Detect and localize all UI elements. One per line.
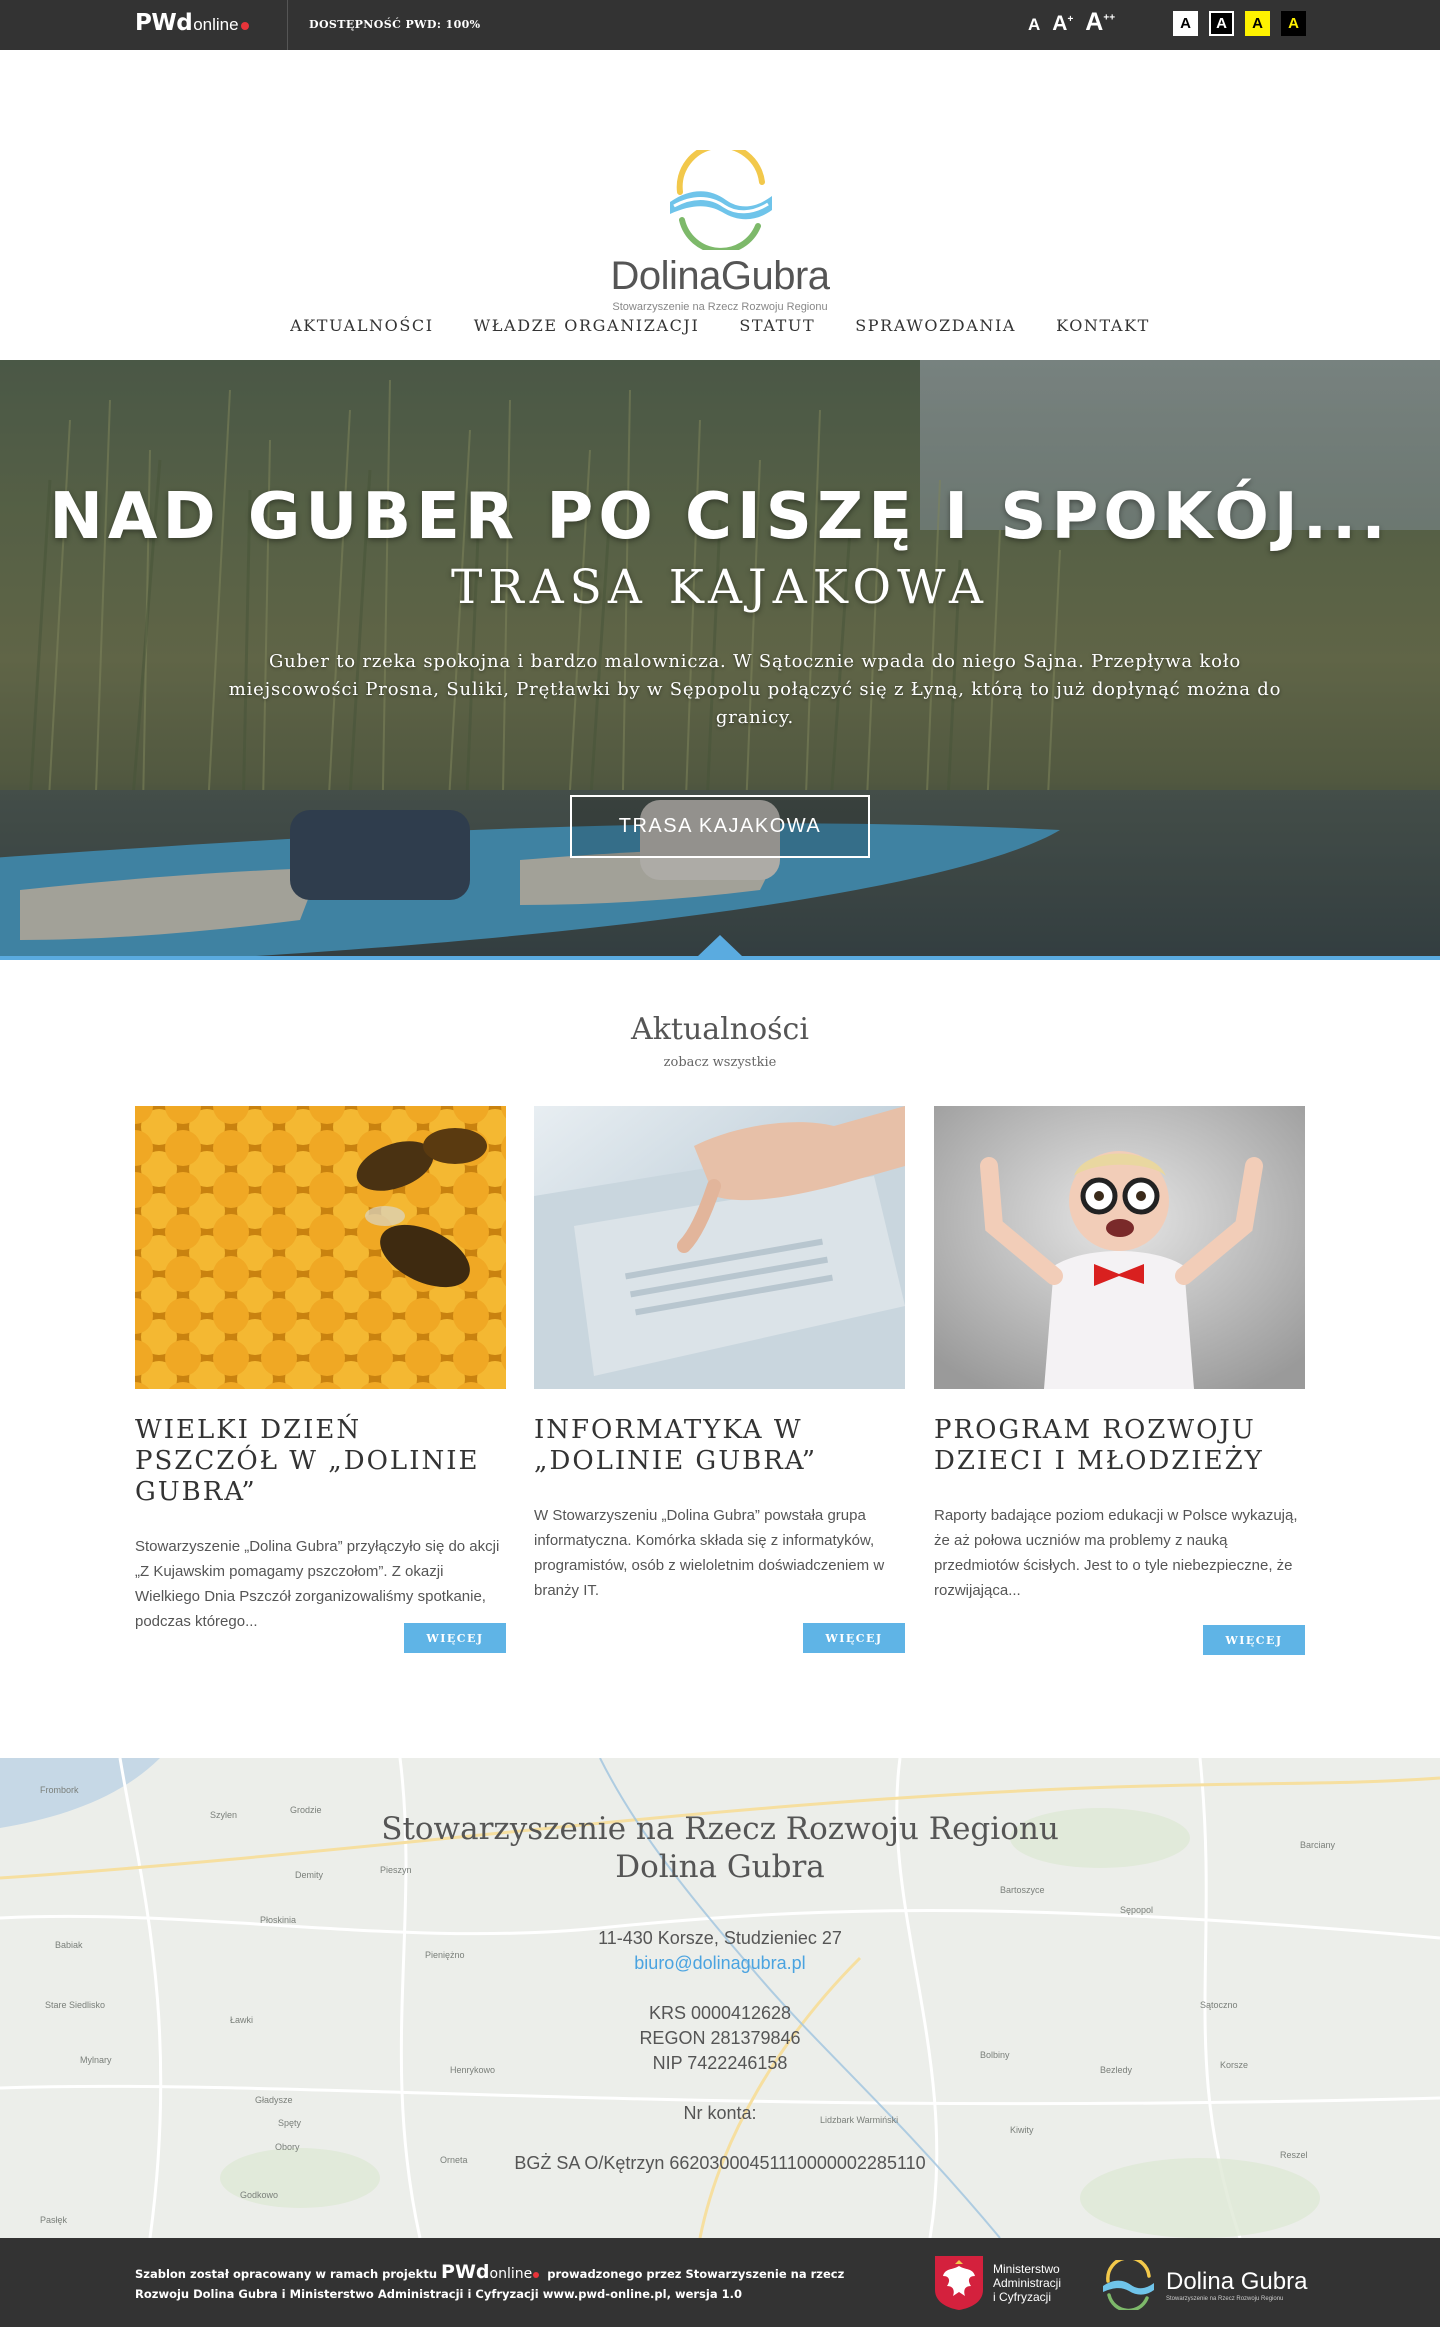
contact-details: 11-430 Korsze, Studzieniec 27 biuro@doli… bbox=[0, 1926, 1440, 2176]
footer-credits-text: prowadzonego przez Stowarzyszenie na rze… bbox=[547, 2267, 845, 2281]
nav-item-aktualnosci[interactable]: AKTUALNOŚCI bbox=[290, 316, 434, 335]
map-label: Bartoszyce bbox=[1000, 1885, 1045, 1895]
news-see-all-link[interactable]: zobacz wszystkie bbox=[0, 1055, 1440, 1070]
map-label: Frombork bbox=[40, 1785, 79, 1795]
news-image-laptop[interactable] bbox=[534, 1106, 905, 1389]
footer-pwd-online: online bbox=[489, 2266, 533, 2282]
organization-name-line1: Stowarzyszenie na Rzecz Rozwoju Regionu bbox=[381, 1811, 1059, 1847]
main-navigation: AKTUALNOŚCI WŁADZE ORGANIZACJI STATUT SP… bbox=[0, 316, 1440, 335]
hero-subtitle: TRASA KAJAKOWA bbox=[451, 560, 989, 615]
contact-account-label: Nr konta: bbox=[683, 2103, 757, 2123]
hero-cta-button[interactable]: TRASA KAJAKOWA bbox=[570, 795, 870, 858]
font-size-large-label: A bbox=[1052, 12, 1068, 35]
news-image-honeycomb[interactable] bbox=[135, 1106, 506, 1389]
font-size-xlarge-sup: ++ bbox=[1103, 12, 1116, 24]
contrast-black-white-button[interactable]: A bbox=[1209, 11, 1234, 36]
hero-description: Guber to rzeka spokojna i bardzo malowni… bbox=[228, 651, 1282, 728]
footer-credits-line2: Rozwoju Dolina Gubra i Ministerstwo Admi… bbox=[135, 2287, 742, 2301]
dolina-gubra-logo-icon bbox=[670, 150, 772, 250]
news-card-more-button[interactable]: WIĘCEJ bbox=[1203, 1625, 1305, 1655]
topbar-divider bbox=[287, 0, 288, 50]
news-card-more-button[interactable]: WIĘCEJ bbox=[404, 1623, 506, 1653]
footer-logo-name: Dolina Gubra bbox=[1166, 2268, 1308, 2295]
contrast-default-button[interactable]: A bbox=[1173, 11, 1198, 36]
contact-section: Frombork Szylen Grodzie Pieszyn Demity P… bbox=[0, 1758, 1440, 2238]
ministry-logo[interactable]: Ministerstwo Administracji i Cyfryzacji bbox=[935, 2256, 1061, 2310]
site-logo[interactable]: DolinaGubra Stowarzyszenie na Rzecz Rozw… bbox=[585, 150, 855, 313]
ministry-name-line2: Administracji bbox=[993, 2276, 1062, 2290]
pwd-logo-text: PWd bbox=[135, 10, 193, 36]
ministry-name-line3: i Cyfryzacji bbox=[993, 2290, 1052, 2304]
polish-eagle-emblem-icon bbox=[935, 2256, 983, 2310]
news-card-title[interactable]: WIELKI DZIEŃ PSZCZÓŁ W „DOLINIE GUBRA” bbox=[135, 1415, 506, 1508]
logo-tagline: Stowarzyszenie na Rzecz Rozwoju Regionu bbox=[612, 301, 828, 313]
contrast-yellow-black-button[interactable]: A bbox=[1245, 11, 1270, 36]
contact-address: 11-430 Korsze, Studzieniec 27 bbox=[598, 1928, 842, 1948]
news-card-it: INFORMATYKA W „DOLINIE GUBRA” W Stowarzy… bbox=[534, 1106, 905, 1653]
site-footer: Szablon został opracowany w ramach proje… bbox=[0, 2238, 1440, 2327]
news-card-children: PROGRAM ROZWOJU DZIECI I MŁODZIEŻY Rapor… bbox=[934, 1106, 1305, 1655]
contrast-controls: A A A A bbox=[1173, 11, 1306, 36]
footer-credits: Szablon został opracowany w ramach proje… bbox=[135, 2262, 844, 2304]
nav-item-kontakt[interactable]: KONTAKT bbox=[1056, 316, 1150, 335]
availability-status: DOSTĘPNOŚĆ PWD: 100% bbox=[309, 18, 481, 31]
footer-logo-tagline: Stowarzyszenie na Rzecz Rozwoju Regionu bbox=[1166, 2296, 1284, 2302]
hero-notch bbox=[697, 935, 743, 957]
contact-regon: REGON 281379846 bbox=[639, 2028, 801, 2048]
map-label: Sępopol bbox=[1120, 1905, 1153, 1915]
map-label: Pasłęk bbox=[40, 2215, 68, 2225]
pwd-online-logo[interactable]: PWd online bbox=[135, 10, 249, 36]
site-header: DolinaGubra Stowarzyszenie na Rzecz Rozw… bbox=[0, 50, 1440, 360]
footer-credits-text: Szablon został opracowany w ramach proje… bbox=[135, 2267, 438, 2281]
news-card-text: Stowarzyszenie „Dolina Gubra” przyłączył… bbox=[135, 1538, 500, 1630]
font-size-controls: A A+ A++ bbox=[1028, 8, 1115, 37]
footer-pwd-dot bbox=[533, 2272, 540, 2278]
news-card-more-button[interactable]: WIĘCEJ bbox=[803, 1623, 905, 1653]
logo-name: DolinaGubra bbox=[610, 254, 830, 298]
news-card-title[interactable]: INFORMATYKA W „DOLINIE GUBRA” bbox=[534, 1415, 905, 1477]
news-section-title: Aktualności bbox=[631, 1012, 809, 1047]
contrast-black-yellow-button[interactable]: A bbox=[1281, 11, 1306, 36]
news-image-child[interactable] bbox=[934, 1106, 1305, 1389]
contact-nip: NIP 7422246158 bbox=[652, 2053, 788, 2073]
font-size-normal-label: A bbox=[1028, 15, 1041, 34]
font-size-large-button[interactable]: A+ bbox=[1052, 12, 1073, 36]
map-label: Płoskinia bbox=[260, 1915, 296, 1925]
footer-pwd-text: PWd bbox=[441, 2261, 490, 2283]
nav-item-wladze-organizacji[interactable]: WŁADZE ORGANIZACJI bbox=[474, 316, 700, 335]
footer-credits-line1: Szablon został opracowany w ramach proje… bbox=[135, 2262, 844, 2284]
font-size-xlarge-label: A bbox=[1085, 8, 1104, 36]
organization-name: Stowarzyszenie na Rzecz Rozwoju Regionu … bbox=[0, 1810, 1440, 1886]
hero-banner: NAD GUBER PO CISZĘ I SPOKÓJ... TRASA KAJ… bbox=[0, 360, 1440, 960]
nav-item-statut[interactable]: STATUT bbox=[739, 316, 815, 335]
footer-logo-text: Dolina Gubra Stowarzyszenie na Rzecz Roz… bbox=[1166, 2268, 1307, 2302]
news-card-bees: WIELKI DZIEŃ PSZCZÓŁ W „DOLINIE GUBRA” S… bbox=[135, 1106, 506, 1653]
contact-bank-account: BGŻ SA O/Kętrzyn 66203000451110000002285… bbox=[514, 2153, 926, 2173]
ministry-name-line1: Ministerstwo bbox=[993, 2262, 1060, 2276]
organization-name-line2: Dolina Gubra bbox=[615, 1849, 825, 1885]
news-section: Aktualności zobacz wszystkie WIELKI DZIE… bbox=[0, 960, 1440, 1758]
font-size-xlarge-button[interactable]: A++ bbox=[1085, 8, 1115, 37]
contact-krs: KRS 0000412628 bbox=[648, 2003, 792, 2023]
pwd-logo-online: online bbox=[193, 15, 239, 34]
news-card-title[interactable]: PROGRAM ROZWOJU DZIECI I MŁODZIEŻY bbox=[934, 1415, 1305, 1477]
contact-email-link[interactable]: biuro@dolinagubra.pl bbox=[0, 1951, 1440, 1976]
pwd-logo-dot bbox=[240, 22, 249, 30]
hero-title: NAD GUBER PO CISZĘ I SPOKÓJ... bbox=[49, 480, 1391, 554]
font-size-large-sup: + bbox=[1067, 14, 1074, 25]
footer-dolina-gubra-logo[interactable]: Dolina Gubra Stowarzyszenie na Rzecz Roz… bbox=[1098, 2260, 1307, 2310]
ministry-name: Ministerstwo Administracji i Cyfryzacji bbox=[993, 2262, 1061, 2304]
accessibility-bar: PWd online DOSTĘPNOŚĆ PWD: 100% A A+ A++… bbox=[0, 0, 1440, 50]
dolina-gubra-logo-icon bbox=[1103, 2260, 1154, 2310]
nav-item-sprawozdania[interactable]: SPRAWOZDANIA bbox=[855, 316, 1016, 335]
font-size-normal-button[interactable]: A bbox=[1028, 15, 1040, 35]
map-label: Godkowo bbox=[240, 2190, 278, 2200]
footer-pwd-logo[interactable]: PWdonline bbox=[441, 2262, 543, 2282]
news-card-text: Raporty badające poziom edukacji w Polsc… bbox=[934, 1507, 1298, 1599]
news-card-text: W Stowarzyszeniu „Dolina Gubra” powstała… bbox=[534, 1507, 885, 1599]
